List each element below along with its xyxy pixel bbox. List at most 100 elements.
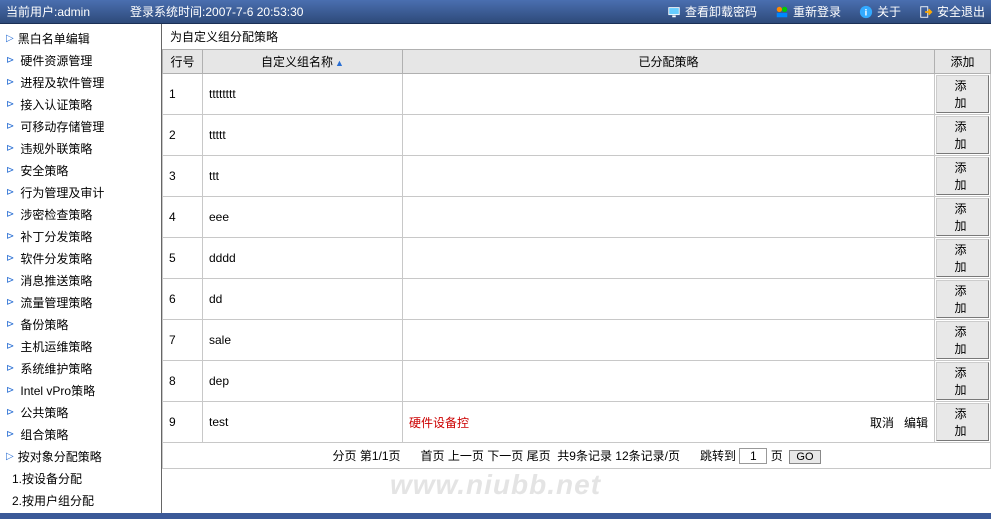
- sidebar-item[interactable]: ⊳公共策略: [0, 402, 161, 424]
- monitor-icon: [667, 5, 681, 19]
- cell-rownum: 3: [163, 156, 203, 197]
- cell-assigned: [403, 156, 935, 197]
- table-header-row: 行号 自定义组名称▲ 已分配策略 添加: [163, 50, 991, 74]
- add-button[interactable]: 添 加: [936, 116, 989, 154]
- add-button[interactable]: 添 加: [936, 198, 989, 236]
- sidebar-item[interactable]: ⊳备份策略: [0, 314, 161, 336]
- sidebar-item[interactable]: ⊳补丁分发策略: [0, 226, 161, 248]
- pager-first[interactable]: 首页: [421, 449, 445, 463]
- sidebar-item-label: 安全策略: [20, 162, 68, 180]
- sidebar-item[interactable]: ⊳主机运维策略: [0, 336, 161, 358]
- sidebar-item-label: 黑白名单编辑: [18, 30, 90, 48]
- col-header-add[interactable]: 添加: [935, 50, 991, 74]
- table-row: 7sale添 加: [163, 320, 991, 361]
- assigned-policy[interactable]: 硬件设备控: [409, 416, 469, 430]
- pager-last[interactable]: 尾页: [527, 449, 551, 463]
- cancel-action[interactable]: 取消: [870, 416, 894, 430]
- sidebar-item[interactable]: ⊳ 硬件资源管理: [0, 50, 161, 72]
- sidebar-item-label: 硬件资源管理: [20, 52, 92, 70]
- pager-nav: 首页 上一页 下一页 尾页 共9条记录 12条记录/页: [421, 447, 680, 464]
- cell-name: ttt: [203, 156, 403, 197]
- sidebar-item[interactable]: ▷按对象分配策略: [0, 446, 161, 468]
- view-uninstall-password-link[interactable]: 查看卸载密码: [667, 3, 757, 20]
- sidebar-item[interactable]: ⊳ 违规外联策略: [0, 138, 161, 160]
- sidebar-item[interactable]: ⊳流量管理策略: [0, 292, 161, 314]
- dot-icon: ⊳: [6, 338, 14, 356]
- sidebar-item[interactable]: ⊳系统维护策略: [0, 358, 161, 380]
- sidebar-item-label: 违规外联策略: [20, 140, 92, 158]
- sidebar-item-label: 涉密检查策略: [20, 206, 92, 224]
- sort-asc-icon: ▲: [335, 58, 344, 68]
- cell-name: dddd: [203, 238, 403, 279]
- sidebar-item-label: 系统维护策略: [20, 360, 92, 378]
- table-row: 4eee 添 加: [163, 197, 991, 238]
- pager-next[interactable]: 下一页: [487, 449, 523, 463]
- add-button[interactable]: 添 加: [936, 280, 989, 318]
- sidebar-item[interactable]: 2. 按用户组分配: [0, 490, 161, 512]
- sidebar-item-label: 接入认证策略: [20, 96, 92, 114]
- cell-name: dd: [203, 279, 403, 320]
- cell-add: 添 加: [935, 238, 991, 279]
- exit-link[interactable]: 安全退出: [919, 3, 985, 20]
- add-button[interactable]: 添 加: [936, 362, 989, 400]
- col-header-row[interactable]: 行号: [163, 50, 203, 74]
- content-area: 为自定义组分配策略 行号 自定义组名称▲ 已分配策略 添加 1tttttttt添…: [162, 24, 991, 519]
- sidebar-item[interactable]: ⊳消息推送策略: [0, 270, 161, 292]
- sidebar-item[interactable]: ⊳安全策略: [0, 160, 161, 182]
- sidebar-item-label: 公共策略: [20, 404, 68, 422]
- cell-assigned: [403, 361, 935, 402]
- sidebar-item-label: 按设备分配: [22, 470, 82, 488]
- col-header-name[interactable]: 自定义组名称▲: [203, 50, 403, 74]
- add-button[interactable]: 添 加: [936, 239, 989, 277]
- cell-name: tttttttt: [203, 74, 403, 115]
- pager-go-button[interactable]: GO: [789, 450, 820, 464]
- dot-icon: ⊳: [6, 382, 14, 400]
- sidebar-item[interactable]: ⊳进程及软件管理: [0, 72, 161, 94]
- add-button[interactable]: 添 加: [936, 321, 989, 359]
- cell-name: eee: [203, 197, 403, 238]
- sidebar-item[interactable]: 1. 按设备分配: [0, 468, 161, 490]
- add-button[interactable]: 添 加: [936, 403, 989, 441]
- cell-name: sale: [203, 320, 403, 361]
- table-row: 5dddd 添 加: [163, 238, 991, 279]
- pager-jump: 跳转到 页 GO: [700, 447, 821, 464]
- relogin-link[interactable]: 重新登录: [775, 3, 841, 20]
- svg-text:i: i: [865, 7, 868, 18]
- add-button[interactable]: 添 加: [936, 157, 989, 195]
- topbar: 当前用户:admin 登录系统时间:2007-7-6 20:53:30 查看卸载…: [0, 0, 991, 24]
- sidebar-item[interactable]: ⊳ 接入认证策略: [0, 94, 161, 116]
- dot-icon: ⊳: [6, 140, 14, 158]
- pager-prev[interactable]: 上一页: [448, 449, 484, 463]
- cell-name: dep: [203, 361, 403, 402]
- cell-assigned: [403, 115, 935, 156]
- dot-icon: ⊳: [6, 96, 14, 114]
- edit-action[interactable]: 编辑: [904, 416, 928, 430]
- cell-rownum: 8: [163, 361, 203, 402]
- cell-add: 添 加: [935, 279, 991, 320]
- cell-assigned: [403, 197, 935, 238]
- sidebar-item[interactable]: ⊳涉密检查策略: [0, 204, 161, 226]
- table-row: 1tttttttt 添 加: [163, 74, 991, 115]
- table-row: 3ttt 添 加: [163, 156, 991, 197]
- cell-assigned: [403, 279, 935, 320]
- dot-icon: ⊳: [6, 250, 14, 268]
- dot-icon: ⊳: [6, 118, 14, 136]
- cell-rownum: 9: [163, 402, 203, 443]
- col-header-assigned[interactable]: 已分配策略: [403, 50, 935, 74]
- cell-rownum: 4: [163, 197, 203, 238]
- pager-page-info: 分页 第1/1页: [332, 447, 400, 464]
- add-button[interactable]: 添 加: [936, 75, 989, 113]
- sidebar-item[interactable]: ⊳可移动存储管理: [0, 116, 161, 138]
- pager-jump-input[interactable]: [739, 448, 767, 464]
- cell-rownum: 5: [163, 238, 203, 279]
- sidebar-item[interactable]: ⊳行为管理及审计: [0, 182, 161, 204]
- sidebar-item[interactable]: ⊳Intel vPro策略: [0, 380, 161, 402]
- about-link[interactable]: i 关于: [859, 3, 901, 20]
- sidebar-item[interactable]: ⊳组合策略: [0, 424, 161, 446]
- cell-rownum: 1: [163, 74, 203, 115]
- dot-icon: ⊳: [6, 74, 14, 92]
- dot-icon: ⊳: [6, 52, 14, 70]
- sidebar-item[interactable]: ▷黑白名单编辑: [0, 28, 161, 50]
- group-table: 行号 自定义组名称▲ 已分配策略 添加 1tttttttt添 加2ttttt添 …: [162, 49, 991, 443]
- sidebar-item[interactable]: ⊳软件分发策略: [0, 248, 161, 270]
